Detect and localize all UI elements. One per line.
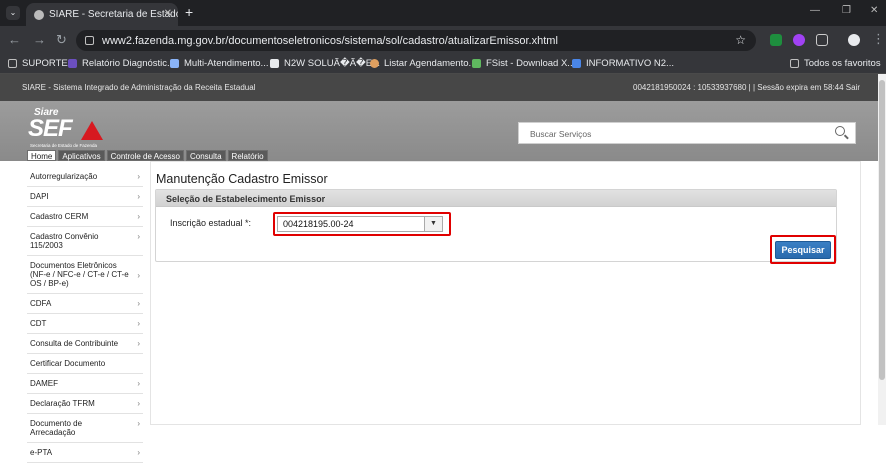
extension-icon[interactable] bbox=[793, 34, 805, 46]
page-title: Manutenção Cadastro Emissor bbox=[156, 172, 328, 186]
ie-selected-value: 004218195.00-24 bbox=[283, 219, 354, 229]
sidebar-item[interactable]: Documentos Eletrônicos (NF-e / NFC-e / C… bbox=[27, 256, 143, 294]
sidebar-item[interactable]: Consulta de Contribuinte › bbox=[27, 334, 143, 354]
extensions-puzzle-icon[interactable] bbox=[816, 34, 828, 46]
bookmark-item[interactable]: N2W SOLUÃ�Ã�E... bbox=[270, 58, 380, 69]
bookmark-item[interactable]: Relatório Diagnóstic... bbox=[68, 58, 175, 69]
page: SIARE - Sistema Integrado de Administraç… bbox=[0, 74, 886, 463]
panel-title: Seleção de Estabelecimento Emissor bbox=[156, 190, 836, 207]
close-window-icon[interactable]: ✕ bbox=[870, 5, 878, 16]
new-tab-icon[interactable]: + bbox=[185, 4, 193, 20]
sidebar-item[interactable]: Certificar Documento bbox=[27, 354, 143, 374]
pesquisar-button[interactable]: Pesquisar bbox=[775, 241, 831, 259]
sidebar-item[interactable]: Documento de Arrecadação › bbox=[27, 414, 143, 443]
reload-icon[interactable]: ↻ bbox=[56, 32, 67, 48]
profile-icon[interactable] bbox=[848, 34, 860, 46]
nav-controle-acesso[interactable]: Controle de Acesso bbox=[106, 150, 184, 161]
chevron-right-icon: › bbox=[137, 448, 140, 457]
forward-icon[interactable]: → bbox=[33, 32, 46, 47]
page-scrollbar[interactable] bbox=[878, 74, 886, 425]
search-icon[interactable] bbox=[835, 126, 845, 136]
tab-title: SIARE - Secretaria de Estado de... bbox=[49, 9, 178, 20]
all-bookmarks[interactable]: Todos os favoritos bbox=[790, 58, 881, 69]
maximize-icon[interactable]: ❐ bbox=[842, 5, 851, 16]
address-bar[interactable]: www2.fazenda.mg.gov.br/documentoseletron… bbox=[76, 30, 756, 51]
minimize-icon[interactable]: — bbox=[810, 5, 820, 16]
extension-icon[interactable] bbox=[770, 34, 782, 46]
bookmark-item[interactable]: INFORMATIVO N2... bbox=[572, 58, 674, 69]
tab-favicon-icon bbox=[34, 9, 44, 20]
bookmark-item[interactable]: SUPORTE bbox=[8, 58, 68, 69]
chevron-right-icon: › bbox=[137, 299, 140, 308]
folder-icon bbox=[790, 59, 799, 68]
sef-logo[interactable]: Siare SEF Secretaria de Estado de Fazend… bbox=[28, 107, 106, 148]
chevron-right-icon: › bbox=[137, 271, 140, 280]
chevron-right-icon: › bbox=[137, 172, 140, 181]
bookmark-icon bbox=[270, 59, 279, 68]
sidebar-item[interactable]: DAMEF › bbox=[27, 374, 143, 394]
bookmark-item[interactable]: Listar Agendamento... bbox=[370, 58, 476, 69]
main-content: Manutenção Cadastro Emissor Seleção de E… bbox=[150, 161, 861, 425]
nav-consulta[interactable]: Consulta bbox=[185, 150, 226, 161]
sidebar-item[interactable]: CDFA › bbox=[27, 294, 143, 314]
sidebar-item[interactable]: CDT › bbox=[27, 314, 143, 334]
sidebar-menu: Autorregularização › DAPI › Cadastro CERM ›… bbox=[27, 167, 143, 463]
bookmark-icon bbox=[572, 59, 581, 68]
logo-triangle-icon bbox=[81, 121, 103, 140]
bookmark-icon bbox=[370, 59, 379, 68]
nav-relatorio[interactable]: Relatório bbox=[227, 150, 268, 161]
bookmark-item[interactable]: FSist - Download X... bbox=[472, 58, 575, 69]
sidebar-item[interactable]: Declaração TFRM › bbox=[27, 394, 143, 414]
folder-icon bbox=[8, 59, 17, 68]
browser-tab[interactable]: SIARE - Secretaria de Estado de... ✕ bbox=[26, 3, 178, 26]
chevron-right-icon: › bbox=[137, 419, 140, 428]
tab-close-icon[interactable]: ✕ bbox=[164, 8, 172, 19]
search-services-input[interactable]: Buscar Serviços bbox=[518, 122, 856, 144]
menu-icon[interactable]: ⋮ bbox=[872, 31, 885, 47]
sidebar-item[interactable]: e-PTA › bbox=[27, 443, 143, 463]
site-info-icon[interactable] bbox=[85, 36, 94, 45]
selection-panel: Seleção de Estabelecimento Emissor Inscr… bbox=[155, 189, 837, 264]
bookmarks-bar: SUPORTE Relatório Diagnóstic... Multi-At… bbox=[0, 54, 886, 74]
session-info[interactable]: 0042181950024 : 10533937680 | | Sessão e… bbox=[633, 83, 860, 92]
sidebar-item[interactable]: DAPI › bbox=[27, 187, 143, 207]
chevron-right-icon: › bbox=[137, 319, 140, 328]
browser-toolbar: ← → ↻ www2.fazenda.mg.gov.br/documentose… bbox=[0, 26, 886, 54]
bookmark-item[interactable]: Multi-Atendimento... bbox=[170, 58, 268, 69]
bookmark-icon bbox=[68, 59, 77, 68]
caret-down-icon[interactable]: ▼ bbox=[424, 217, 442, 231]
sidebar-item[interactable]: Cadastro CERM › bbox=[27, 207, 143, 227]
sidebar-item[interactable]: Cadastro Convênio 115/2003 › bbox=[27, 227, 143, 256]
ie-label: Inscrição estadual *: bbox=[170, 218, 252, 228]
tab-menu-icon[interactable]: ⌄ bbox=[6, 6, 20, 20]
chevron-right-icon: › bbox=[137, 399, 140, 408]
bookmark-icon bbox=[170, 59, 179, 68]
main-nav: Home Aplicativos Controle de Acesso Cons… bbox=[27, 150, 270, 161]
ie-select[interactable]: 004218195.00-24 ▼ bbox=[277, 216, 443, 232]
browser-tab-bar: ⌄ SIARE - Secretaria de Estado de... ✕ +… bbox=[0, 0, 886, 26]
star-icon[interactable]: ☆ bbox=[735, 33, 746, 47]
sidebar-item[interactable]: Autorregularização › bbox=[27, 167, 143, 187]
nav-home[interactable]: Home bbox=[27, 150, 57, 161]
scrollbar-thumb[interactable] bbox=[879, 80, 885, 380]
nav-aplicativos[interactable]: Aplicativos bbox=[58, 150, 105, 161]
chevron-right-icon: › bbox=[137, 212, 140, 221]
bookmark-icon bbox=[472, 59, 481, 68]
system-strip: SIARE - Sistema Integrado de Administraç… bbox=[0, 74, 886, 101]
chevron-right-icon: › bbox=[137, 232, 140, 241]
chevron-right-icon: › bbox=[137, 192, 140, 201]
chevron-right-icon: › bbox=[137, 379, 140, 388]
url-text: www2.fazenda.mg.gov.br/documentoseletron… bbox=[102, 34, 558, 47]
chevron-right-icon: › bbox=[137, 339, 140, 348]
system-name: SIARE - Sistema Integrado de Administraç… bbox=[22, 83, 256, 92]
back-icon[interactable]: ← bbox=[8, 32, 21, 47]
